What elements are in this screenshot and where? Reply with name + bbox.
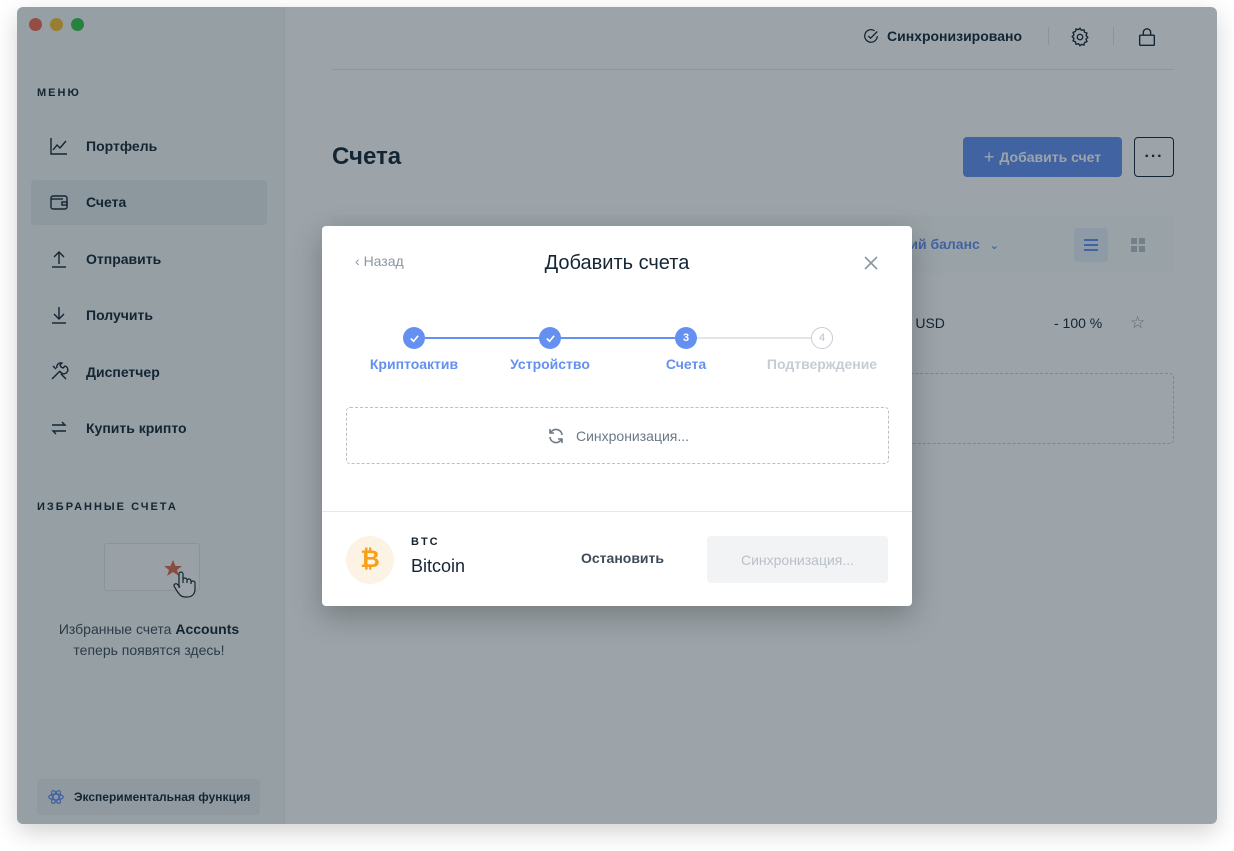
step-3-dot: 3 — [675, 327, 697, 349]
sync-button[interactable]: Синхронизация... — [707, 536, 888, 583]
bitcoin-icon: ₿ — [346, 536, 394, 584]
step-3-label: Счета — [665, 356, 707, 372]
refresh-icon — [549, 428, 563, 443]
step-4-dot: 4 — [811, 327, 833, 349]
modal-title: Добавить счета — [544, 252, 690, 274]
sync-progress-label: Синхронизация... — [575, 427, 690, 444]
step-4-label: Подтверждение — [766, 356, 878, 372]
modal-footer: ₿ BTC Bitcoin Остановить Синхронизация..… — [322, 511, 912, 606]
add-accounts-modal: ‹ Назад Добавить счета 3 4 Криптоактив У… — [322, 226, 912, 606]
step-1-check-icon — [403, 327, 425, 349]
stop-button[interactable]: Остановить — [581, 550, 664, 566]
stepper: 3 4 Криптоактив Устройство Счета Подтвер… — [346, 326, 888, 376]
sync-progress-box: Синхронизация... — [346, 407, 889, 464]
step-2-check-icon — [539, 327, 561, 349]
close-modal-button[interactable] — [862, 254, 880, 272]
close-icon — [864, 256, 878, 270]
coin-name: Bitcoin — [411, 556, 466, 576]
coin-ticker: BTC — [411, 536, 440, 548]
step-2-label: Устройство — [510, 356, 590, 372]
app-window: МЕНЮ Портфель Счета Отправить Получить Д… — [17, 7, 1217, 824]
step-1-label: Криптоактив — [369, 356, 459, 372]
